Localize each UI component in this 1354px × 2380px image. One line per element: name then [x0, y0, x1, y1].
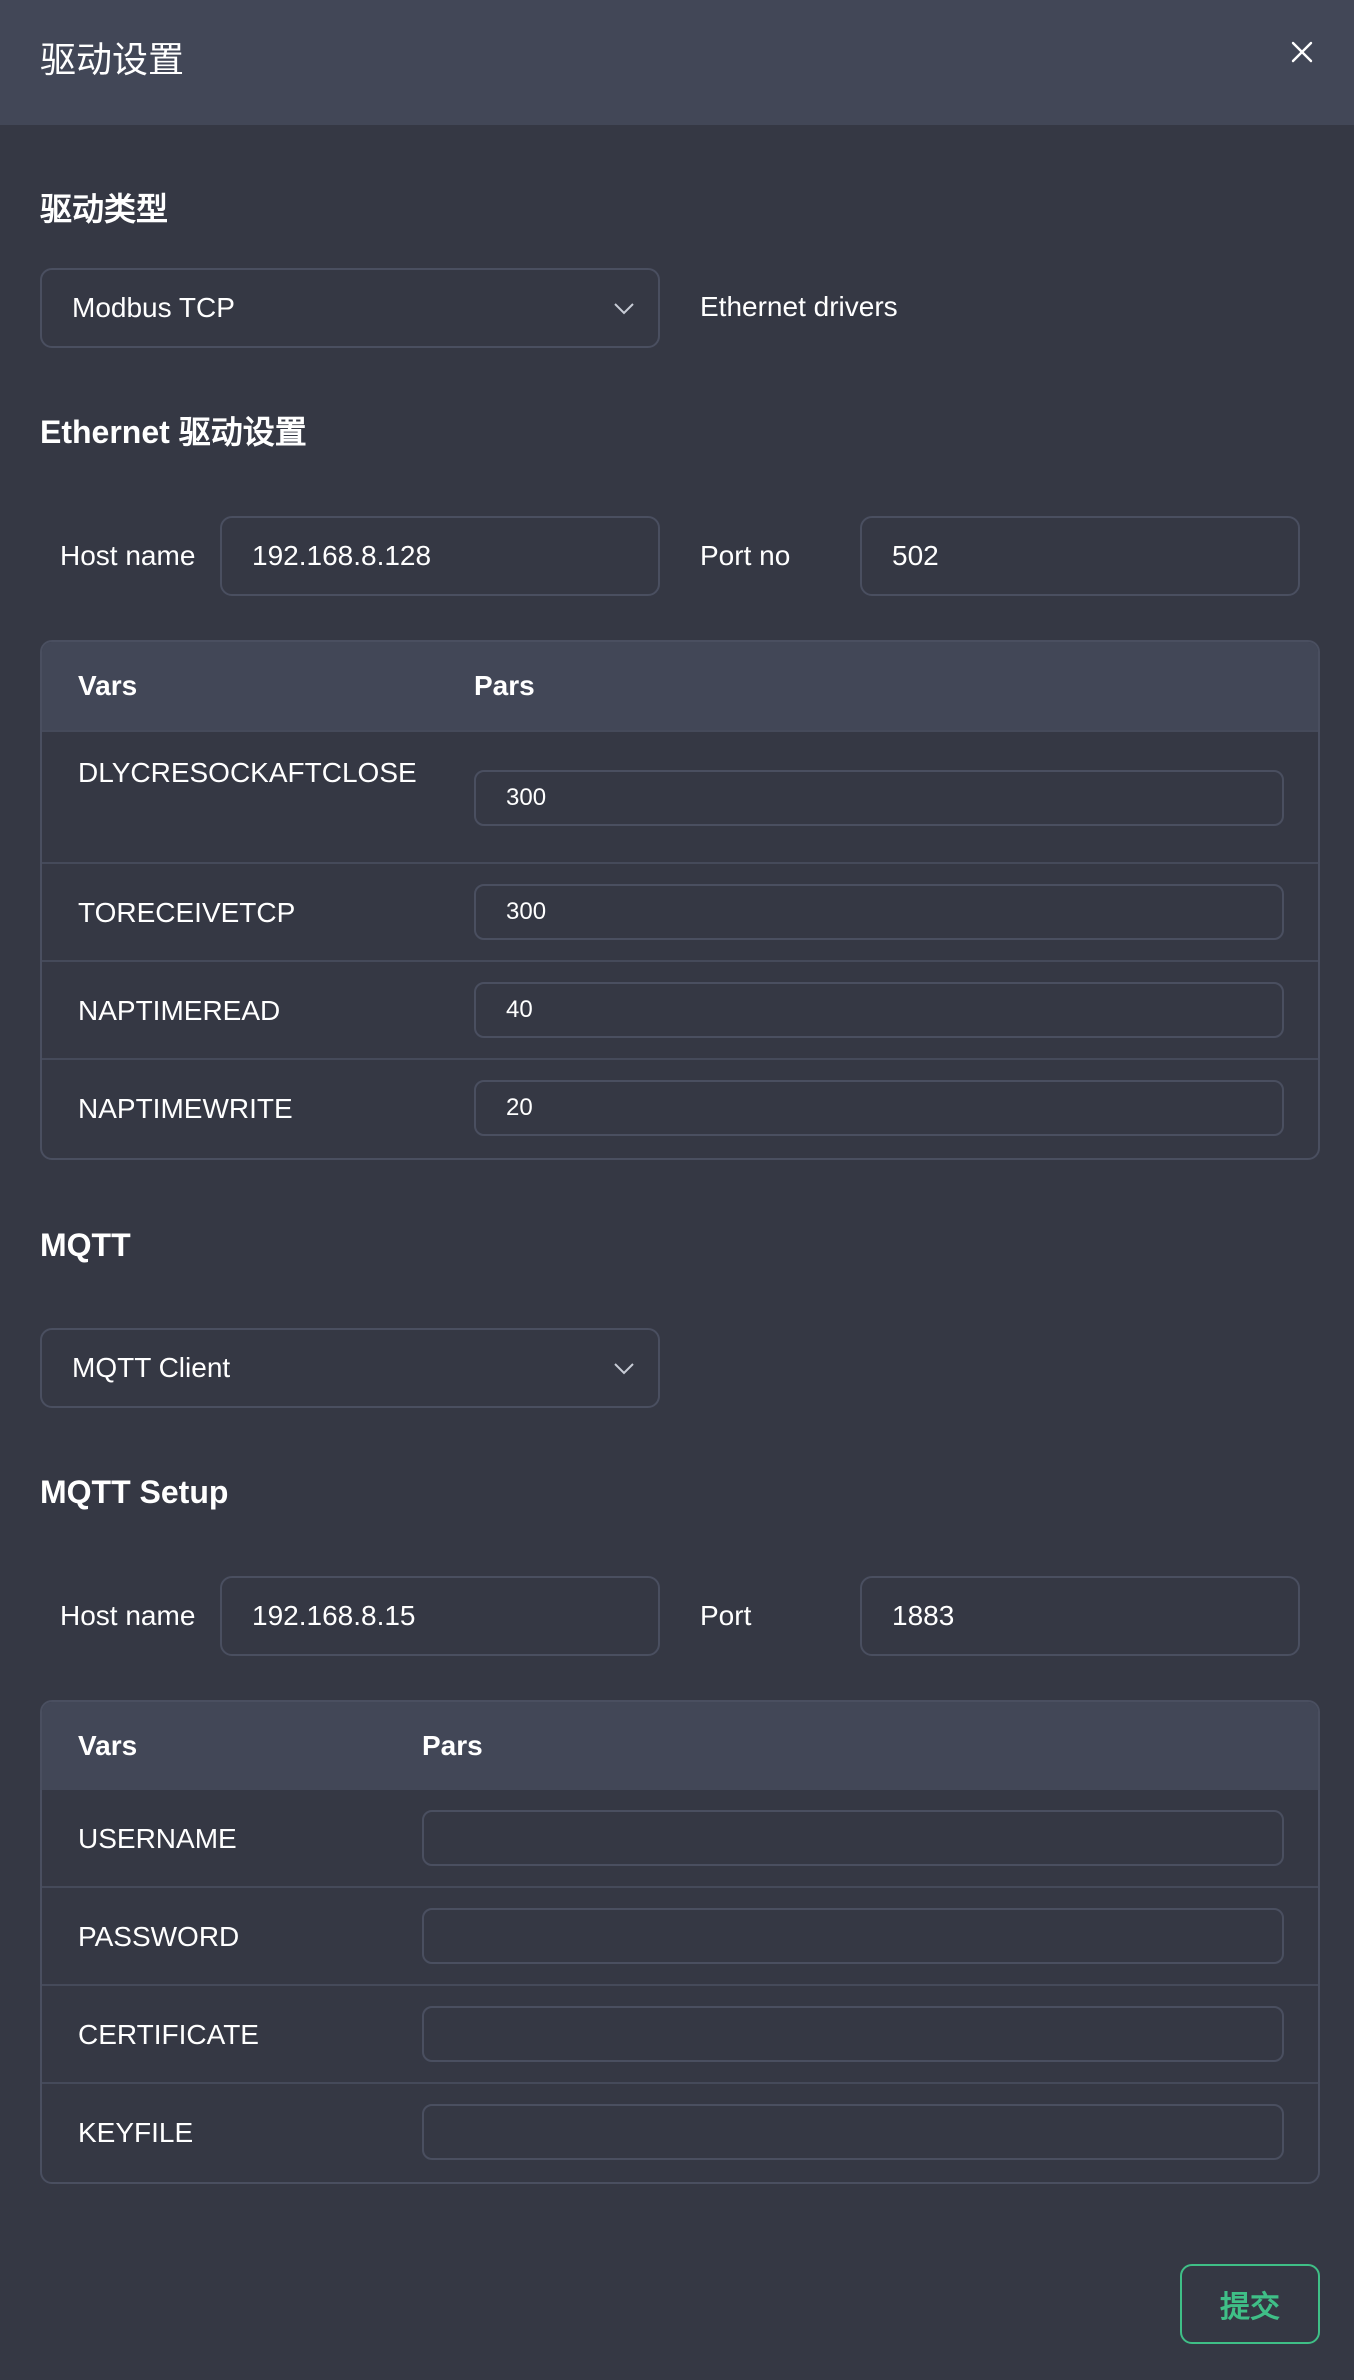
var-name: PASSWORD	[78, 1921, 240, 1952]
var-value-input[interactable]	[474, 770, 1284, 826]
mqtt-host-label: Host name	[60, 1600, 196, 1631]
table-header: Vars Pars	[42, 1702, 1318, 1790]
mqtt-title: MQTT	[40, 1227, 131, 1263]
submit-button[interactable]: 提交	[1180, 2264, 1320, 2344]
chevron-down-icon	[614, 303, 634, 315]
ethernet-host-label: Host name	[60, 540, 196, 571]
dialog-header: 驱动设置	[0, 0, 1354, 125]
driver-category-hint: Ethernet drivers	[700, 291, 898, 322]
col-vars-header: Vars	[78, 670, 138, 701]
mqtt-type-select[interactable]: MQTT Client	[40, 1328, 660, 1408]
table-row: TORECEIVETCP	[42, 862, 1318, 960]
table-row: NAPTIMEWRITE	[42, 1058, 1318, 1156]
ethernet-settings-title: Ethernet 驱动设置	[40, 414, 307, 450]
var-value-input[interactable]	[422, 2006, 1284, 2062]
driver-type-value: Modbus TCP	[72, 292, 235, 323]
var-name: NAPTIMEREAD	[78, 995, 281, 1026]
mqtt-port-label: Port	[700, 1600, 752, 1631]
var-value-input[interactable]	[422, 1810, 1284, 1866]
table-row: KEYFILE	[42, 2082, 1318, 2180]
mqtt-params-table: Vars Pars USERNAME PASSWORD CERTIFICATE …	[40, 1700, 1320, 2184]
var-name: KEYFILE	[78, 2117, 194, 2148]
mqtt-host-input[interactable]	[220, 1576, 660, 1656]
var-value-input[interactable]	[422, 1908, 1284, 1964]
driver-type-title: 驱动类型	[40, 191, 169, 227]
mqtt-type-value: MQTT Client	[72, 1352, 231, 1383]
chevron-down-icon	[614, 1363, 634, 1375]
mqtt-port-input[interactable]	[860, 1576, 1300, 1656]
table-row: PASSWORD	[42, 1886, 1318, 1984]
table-row: DLYCRESOCKAFTCLOSE	[42, 730, 1318, 862]
col-pars-header: Pars	[422, 1730, 483, 1761]
table-row: USERNAME	[42, 1790, 1318, 1886]
table-header: Vars Pars	[42, 642, 1318, 730]
var-name: DLYCRESOCKAFTCLOSE	[78, 757, 417, 788]
ethernet-port-input[interactable]	[860, 516, 1300, 596]
ethernet-port-label: Port no	[700, 540, 791, 571]
var-name: TORECEIVETCP	[78, 897, 296, 928]
var-value-input[interactable]	[474, 982, 1284, 1038]
table-row: CERTIFICATE	[42, 1984, 1318, 2082]
mqtt-setup-title: MQTT Setup	[40, 1474, 229, 1510]
col-pars-header: Pars	[474, 670, 535, 701]
var-name: CERTIFICATE	[78, 2019, 259, 2050]
var-value-input[interactable]	[474, 884, 1284, 940]
driver-type-select[interactable]: Modbus TCP	[40, 268, 660, 348]
var-name: USERNAME	[78, 1823, 237, 1854]
var-name: NAPTIMEWRITE	[78, 1093, 293, 1124]
ethernet-params-table: Vars Pars DLYCRESOCKAFTCLOSE TORECEIVETC…	[40, 640, 1320, 1160]
table-row: NAPTIMEREAD	[42, 960, 1318, 1058]
var-value-input[interactable]	[422, 2104, 1284, 2160]
close-icon[interactable]	[1286, 36, 1318, 68]
col-vars-header: Vars	[78, 1730, 138, 1761]
var-value-input[interactable]	[474, 1080, 1284, 1136]
ethernet-host-input[interactable]	[220, 516, 660, 596]
dialog-title: 驱动设置	[40, 39, 185, 80]
